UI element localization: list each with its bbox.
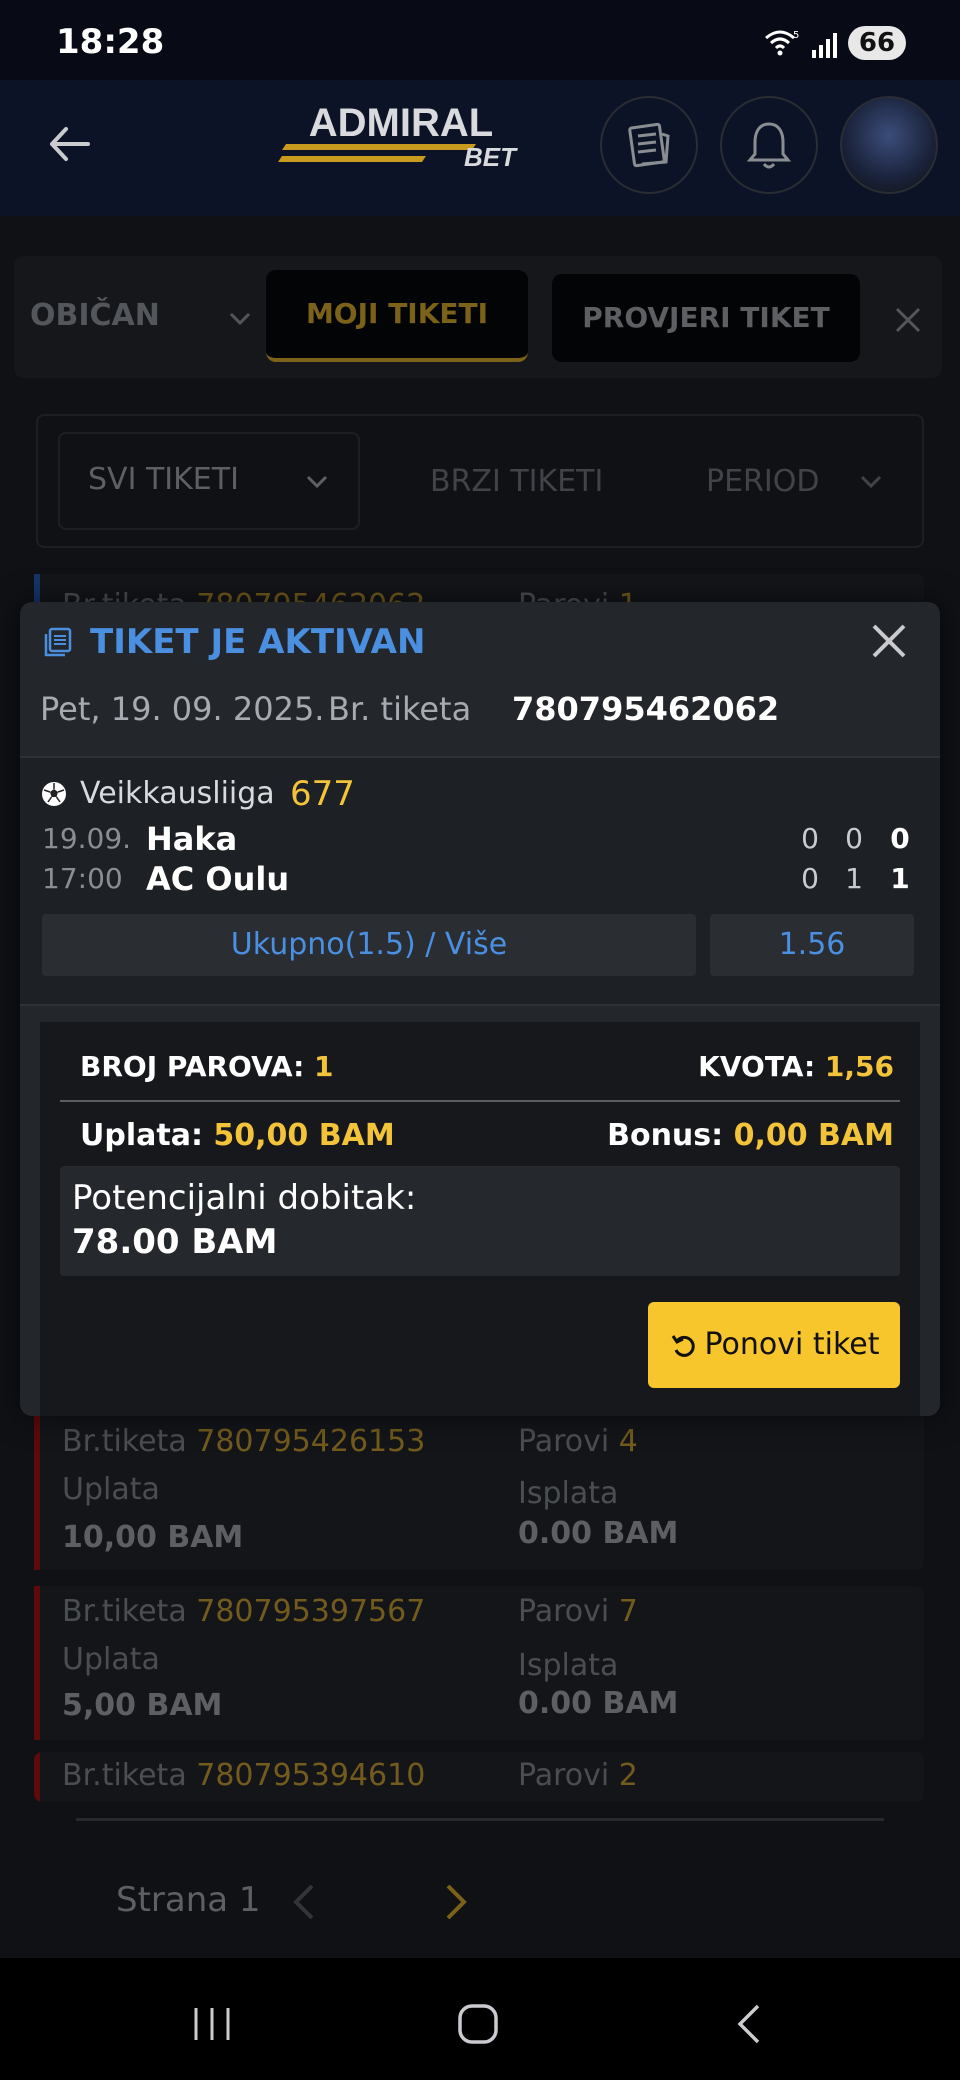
away-score-ht2: 1 xyxy=(845,862,863,895)
home-score-total: 0 xyxy=(890,822,910,855)
ticket-number-label: Br. tiketa xyxy=(328,690,472,728)
user-avatar[interactable] xyxy=(840,96,938,194)
potential-win-label: Potencijalni dobitak: xyxy=(72,1178,417,1218)
total-odds-value: 1,56 xyxy=(824,1050,894,1083)
newspaper-icon xyxy=(628,122,670,168)
home-score-ht2: 0 xyxy=(845,822,863,855)
modal-title: TIKET JE AKTIVAN xyxy=(90,622,426,662)
close-icon[interactable] xyxy=(866,618,912,664)
pairs-count-value: 1 xyxy=(314,1050,334,1083)
bonus-value: 0,00 BAM xyxy=(733,1118,894,1153)
away-team: AC Oulu xyxy=(146,860,290,898)
repeat-ticket-label: Ponovi tiket xyxy=(704,1327,880,1362)
stake-value: 50,00 BAM xyxy=(213,1118,395,1153)
total-odds-label: KVOTA: xyxy=(698,1050,816,1083)
notifications-button[interactable] xyxy=(720,96,818,194)
bet-odd: 1.56 xyxy=(710,914,914,976)
stake: Uplata: 50,00 BAM xyxy=(80,1118,395,1153)
repeat-ticket-button[interactable]: Ponovi tiket xyxy=(648,1302,900,1388)
league-code: 677 xyxy=(290,774,355,814)
logo-top-text: ADMIRAL xyxy=(309,101,493,145)
home-team: Haka xyxy=(146,820,238,858)
network-label: 5 xyxy=(793,30,799,41)
away-score-total: 1 xyxy=(890,862,910,895)
total-odds: KVOTA: 1,56 xyxy=(698,1050,894,1083)
match-time: 17:00 xyxy=(42,862,123,895)
recent-apps-icon[interactable] xyxy=(190,2004,234,2044)
ticket-icon xyxy=(44,627,72,657)
wifi-icon: 5 xyxy=(765,30,799,56)
bell-icon xyxy=(746,122,792,169)
away-score-ht1: 0 xyxy=(801,862,819,895)
admiral-bet-logo[interactable]: ADMIRAL BET xyxy=(276,100,526,180)
bonus: Bonus: 0,00 BAM xyxy=(607,1118,894,1153)
ticket-date: Pet, 19. 09. 2025. xyxy=(40,690,325,728)
summary-divider xyxy=(60,1100,900,1102)
pairs-count-label: BROJ PAROVA: xyxy=(80,1050,305,1083)
league-name: Veikkausliiga xyxy=(80,776,275,811)
status-time: 18:28 xyxy=(56,22,165,62)
news-button[interactable] xyxy=(600,96,698,194)
match-date: 19.09. xyxy=(42,822,132,855)
stake-label: Uplata: xyxy=(80,1118,203,1153)
soccer-ball-icon xyxy=(42,782,66,806)
refresh-icon xyxy=(671,1334,695,1357)
potential-win-value: 78.00 BAM xyxy=(72,1222,278,1262)
back-arrow-icon[interactable] xyxy=(44,118,96,170)
logo-bottom-text: BET xyxy=(464,142,518,172)
battery-indicator: 66 xyxy=(848,26,906,60)
bonus-label: Bonus: xyxy=(607,1118,724,1153)
back-nav-icon[interactable] xyxy=(734,2002,764,2046)
signal-icon xyxy=(812,33,837,58)
home-score-ht1: 0 xyxy=(801,822,819,855)
home-icon[interactable] xyxy=(454,2000,502,2048)
ticket-number: 780795462062 xyxy=(512,690,780,728)
bet-selection: Ukupno(1.5) / Više xyxy=(42,914,696,976)
